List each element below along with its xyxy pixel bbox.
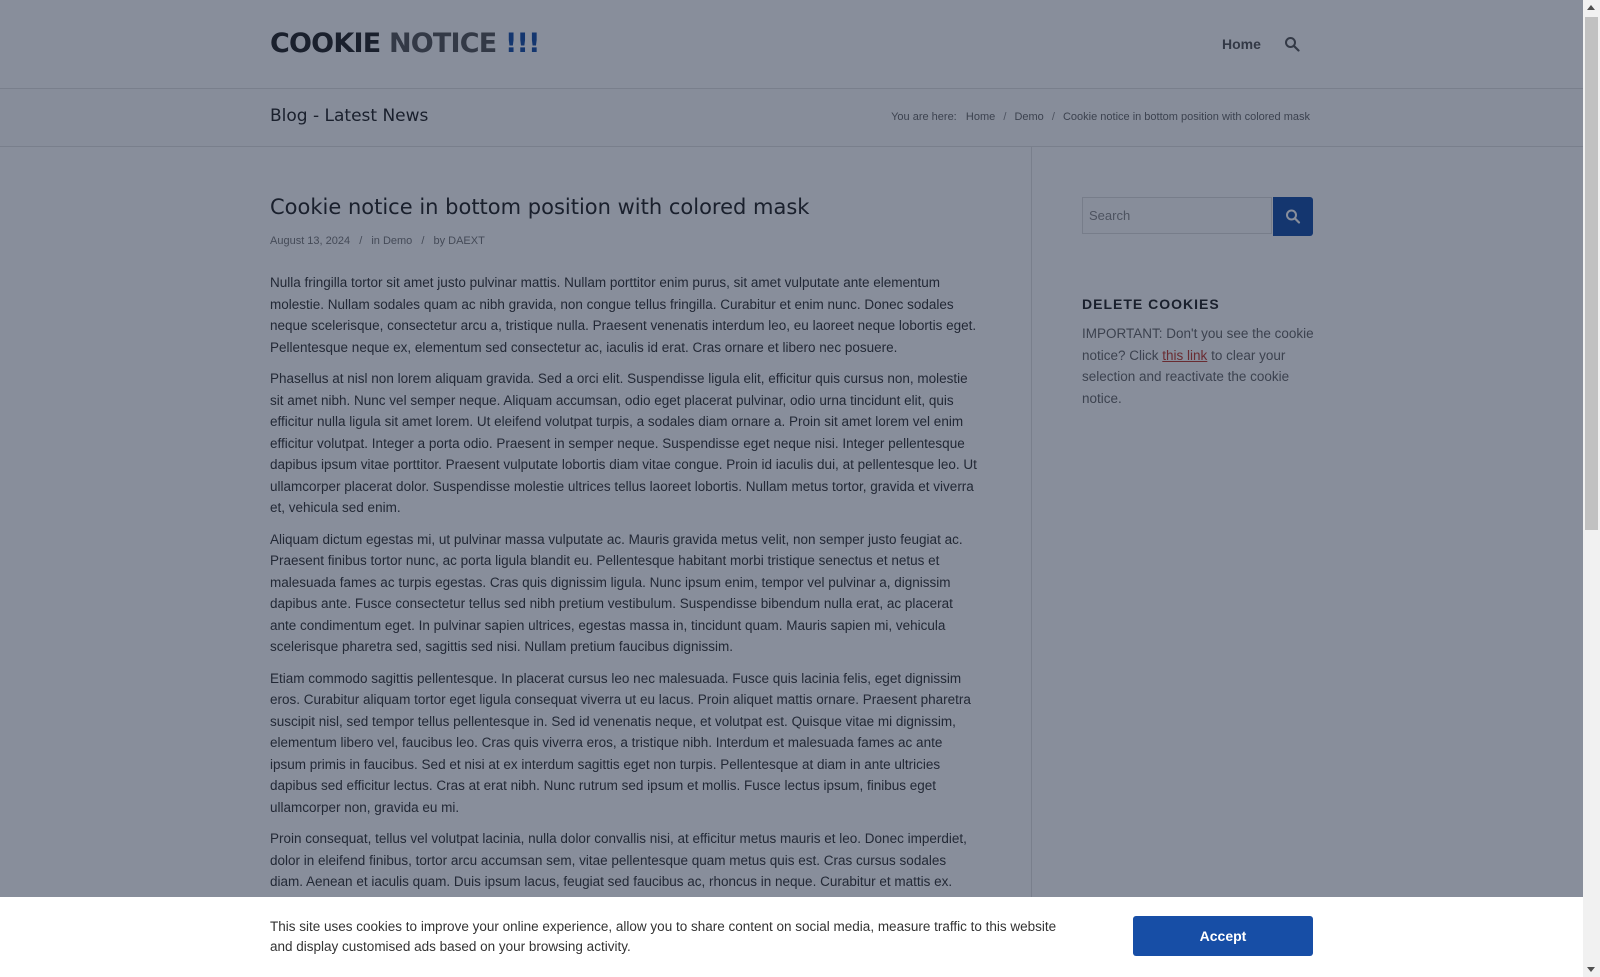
cookie-notice-bar: This site uses cookies to improve your o… xyxy=(0,897,1583,977)
scrollbar-thumb[interactable] xyxy=(1585,17,1598,530)
scroll-up-arrow-icon[interactable] xyxy=(1587,5,1595,10)
colored-mask-overlay xyxy=(0,0,1583,977)
scroll-down-arrow-icon[interactable] xyxy=(1587,967,1595,972)
cookie-notice-text: This site uses cookies to improve your o… xyxy=(270,919,1057,954)
vertical-scrollbar[interactable] xyxy=(1583,0,1600,977)
accept-button[interactable]: Accept xyxy=(1133,916,1313,956)
page: COOKIE NOTICE !!! Home Blog - Latest New… xyxy=(0,0,1583,977)
